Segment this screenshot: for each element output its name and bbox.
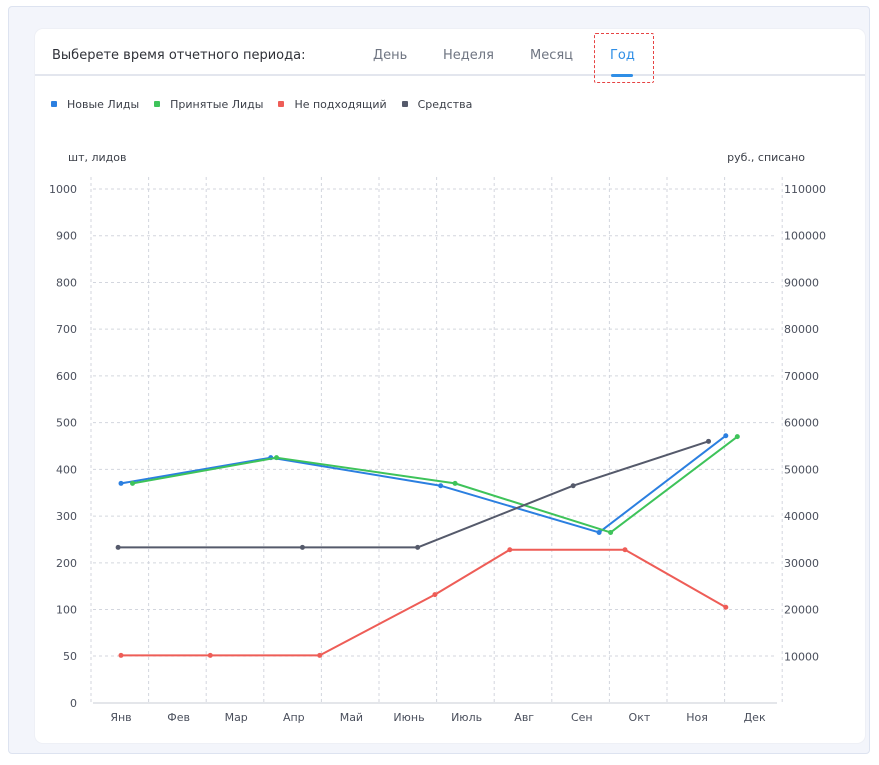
right-tick-label: 40000 — [784, 510, 819, 523]
data-point — [432, 592, 438, 598]
left-tick-label: 400 — [56, 463, 77, 476]
data-point — [317, 652, 323, 658]
line-chart: 1000900800700600500400300200100500110000… — [49, 151, 826, 724]
x-tick-label: Июнь — [393, 711, 424, 724]
data-point — [207, 652, 213, 658]
data-point — [130, 480, 136, 486]
left-tick-label: 500 — [56, 417, 77, 430]
left-tick-label: 300 — [56, 510, 77, 523]
x-tick-label: Фев — [167, 711, 190, 724]
left-tick-label: 1000 — [49, 183, 77, 196]
x-tick-label: Сен — [571, 711, 593, 724]
data-point — [622, 547, 628, 553]
chart-grid — [90, 177, 783, 703]
data-point — [608, 529, 614, 535]
left-tick-label: 200 — [56, 557, 77, 570]
data-point — [438, 483, 444, 489]
data-point — [274, 455, 280, 461]
data-point — [118, 652, 124, 658]
left-axis-label: шт, лидов — [68, 151, 126, 164]
right-tick-label: 100000 — [784, 230, 826, 243]
data-point — [570, 483, 576, 489]
left-tick-label: 900 — [56, 230, 77, 243]
right-tick-label: 80000 — [784, 323, 819, 336]
right-tick-label: 60000 — [784, 417, 819, 430]
x-tick-label: Ноя — [686, 711, 708, 724]
data-point — [596, 529, 602, 535]
x-tick-label: Окт — [629, 711, 651, 724]
series-line — [120, 434, 727, 534]
data-point — [507, 547, 513, 553]
right-tick-label: 110000 — [784, 183, 826, 196]
right-tick-label: 30000 — [784, 557, 819, 570]
data-point — [452, 480, 458, 486]
x-tick-label: Май — [340, 711, 363, 724]
data-point — [299, 544, 305, 550]
right-tick-label: 50000 — [784, 463, 819, 476]
data-point — [706, 438, 712, 444]
data-point — [723, 433, 729, 439]
right-tick-label: 70000 — [784, 370, 819, 383]
right-tick-label: 90000 — [784, 276, 819, 289]
data-point — [118, 480, 124, 486]
left-tick-label: 100 — [56, 604, 77, 617]
page-frame: Выберете время отчетного периода: День Н… — [8, 6, 870, 754]
data-point — [415, 544, 421, 550]
left-tick-label: 0 — [70, 697, 77, 710]
left-tick-label: 700 — [56, 323, 77, 336]
data-point — [115, 544, 121, 550]
x-tick-label: Мар — [225, 711, 248, 724]
data-point — [723, 604, 729, 610]
x-tick-label: Янв — [110, 711, 131, 724]
data-point — [734, 434, 740, 440]
chart-axes: 1000900800700600500400300200100500110000… — [49, 183, 826, 724]
chart-card: Выберете время отчетного периода: День Н… — [35, 29, 865, 743]
right-tick-label: 10000 — [784, 650, 819, 663]
left-tick-label: 600 — [56, 370, 77, 383]
x-tick-label: Авг — [514, 711, 534, 724]
x-tick-label: Дек — [744, 711, 766, 724]
right-tick-label: 20000 — [784, 604, 819, 617]
series-line — [121, 548, 727, 657]
right-axis-label: руб., списано — [727, 151, 805, 164]
x-tick-label: Июль — [451, 711, 482, 724]
left-tick-label: 50 — [63, 650, 77, 663]
left-tick-label: 800 — [56, 276, 77, 289]
x-tick-label: Апр — [283, 711, 305, 724]
chart-series — [115, 433, 740, 658]
